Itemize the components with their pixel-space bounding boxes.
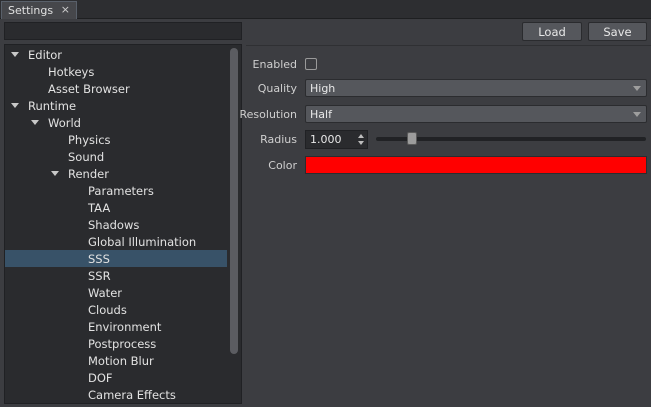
tree-item-label: DOF xyxy=(88,370,113,385)
tree-item[interactable]: Runtime xyxy=(5,97,227,114)
settings-tree-panel: Camera Effects DOF Motion Blur Postprocess E… xyxy=(0,19,245,407)
tree-item-label: Physics xyxy=(68,132,111,147)
enabled-checkbox[interactable] xyxy=(305,58,317,70)
tree-item-label: Global Illumination xyxy=(88,234,197,249)
tree-item[interactable]: Global Illumination xyxy=(5,233,227,250)
tree-item-label: Runtime xyxy=(28,98,77,113)
tree-item[interactable]: Clouds xyxy=(5,301,227,318)
tree-item-label: Environment xyxy=(88,319,162,334)
radius-value: 1.000 xyxy=(310,133,342,146)
tree-item-label: Clouds xyxy=(88,302,127,317)
tree-item-label: Render xyxy=(68,166,109,181)
tree-item[interactable]: Water xyxy=(5,284,227,301)
color-label: Color xyxy=(268,158,297,172)
radius-spinbox[interactable]: 1.000 xyxy=(305,130,368,149)
tree-item[interactable]: Environment xyxy=(5,318,227,335)
tree-item-label: TAA xyxy=(88,200,111,215)
tree-item[interactable]: DOF xyxy=(5,369,227,386)
resolution-select-value: Half xyxy=(310,107,332,121)
expand-arrow-icon[interactable] xyxy=(51,171,59,176)
tree-scrollbar[interactable] xyxy=(229,48,239,400)
tree-item[interactable]: Parameters xyxy=(5,182,227,199)
tree-item[interactable]: Motion Blur xyxy=(5,352,227,369)
resolution-label: Resolution xyxy=(239,107,297,121)
expand-arrow-icon[interactable] xyxy=(31,120,39,125)
save-button[interactable]: Save xyxy=(588,22,647,41)
quality-select[interactable]: High xyxy=(305,79,647,97)
radius-slider[interactable] xyxy=(376,132,646,145)
color-swatch[interactable] xyxy=(305,156,647,174)
search-input[interactable] xyxy=(4,22,242,40)
tree-item-label: Sound xyxy=(68,149,105,164)
settings-detail-panel: Load Save Enabled Quality High Resolutio… xyxy=(240,19,651,407)
close-icon[interactable]: × xyxy=(61,3,70,17)
tree-item[interactable]: World xyxy=(5,114,227,131)
tree-item[interactable]: SSR xyxy=(5,267,227,284)
tree-item-label: Editor xyxy=(28,47,63,62)
spin-up-icon[interactable] xyxy=(358,134,364,138)
tab-settings-label: Settings xyxy=(8,4,54,17)
tree-item[interactable]: Shadows xyxy=(5,216,227,233)
tree-item-label: Water xyxy=(88,285,122,300)
tree-item[interactable]: Asset Browser xyxy=(5,80,227,97)
expand-arrow-icon[interactable] xyxy=(11,52,19,57)
tree-item-label: Camera Effects xyxy=(88,387,176,402)
tree-item-label: Shadows xyxy=(88,217,140,232)
tree-item-label: Asset Browser xyxy=(48,81,130,96)
tree-item[interactable]: Camera Effects xyxy=(5,386,227,403)
tree-item-label: World xyxy=(48,115,81,130)
chevron-down-icon xyxy=(633,112,641,117)
tree-item[interactable]: Render xyxy=(5,165,227,182)
tree-scrollbar-thumb[interactable] xyxy=(230,48,238,354)
expand-arrow-icon[interactable] xyxy=(11,103,19,108)
tree-item-label: Parameters xyxy=(88,183,154,198)
tree-item-label: SSR xyxy=(88,268,111,283)
tree-item[interactable]: Physics xyxy=(5,131,227,148)
tree-item-label: Hotkeys xyxy=(48,64,95,79)
tree-item[interactable]: Sound xyxy=(5,148,227,165)
load-button[interactable]: Load xyxy=(522,22,582,41)
resolution-select[interactable]: Half xyxy=(305,105,647,123)
quality-select-value: High xyxy=(310,81,336,95)
quality-label: Quality xyxy=(257,81,297,95)
tab-settings[interactable]: Settings × xyxy=(1,1,77,19)
tree-item[interactable]: SSS xyxy=(5,250,227,267)
tree-item-label: Postprocess xyxy=(88,336,157,351)
tree-item[interactable]: Editor xyxy=(5,46,227,63)
tree-item-label: Motion Blur xyxy=(88,353,154,368)
tree-item[interactable]: Postprocess xyxy=(5,335,227,352)
tab-bar: Settings × xyxy=(0,0,651,19)
spin-down-icon[interactable] xyxy=(358,141,364,145)
settings-tree: Camera Effects DOF Motion Blur Postprocess E… xyxy=(4,44,242,404)
radius-label: Radius xyxy=(260,132,297,146)
tree-item[interactable]: TAA xyxy=(5,199,227,216)
enabled-label: Enabled xyxy=(252,57,297,71)
tree-item[interactable]: Hotkeys xyxy=(5,63,227,80)
toolbar: Load Save xyxy=(246,19,651,46)
radius-slider-handle[interactable] xyxy=(407,132,417,145)
tree-item-label: SSS xyxy=(88,251,110,266)
chevron-down-icon xyxy=(633,86,641,91)
